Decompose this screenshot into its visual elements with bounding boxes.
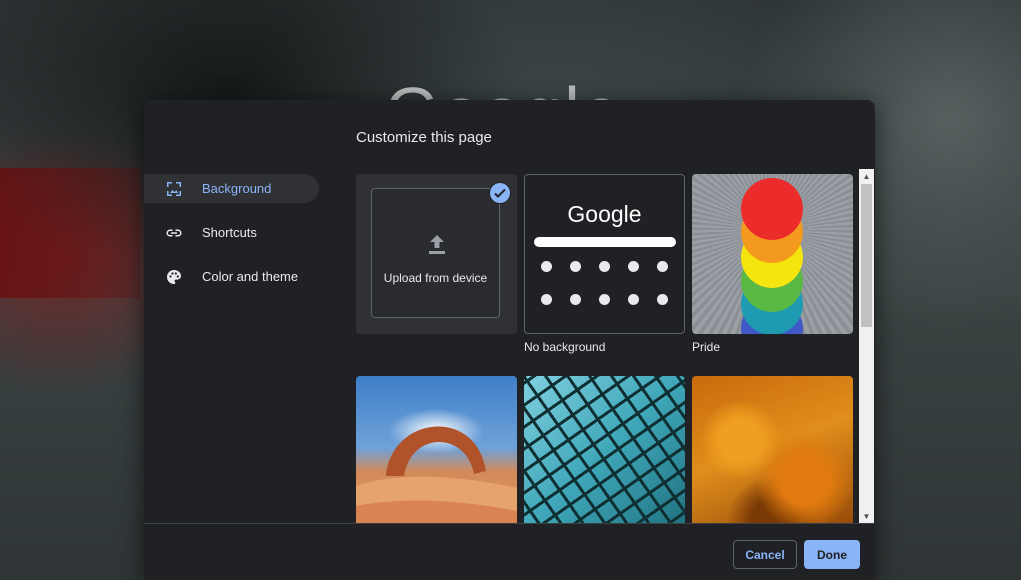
pride-circles [741,178,803,334]
sidebar-item-color-and-theme[interactable]: Color and theme [144,262,319,291]
palette-icon [165,268,183,286]
background-photo-detail [0,168,140,298]
shortcut-dot [570,261,581,272]
shortcut-dot [541,294,552,305]
shortcut-dot [657,261,668,272]
shortcut-dot [541,261,552,272]
glass-building-photo-tile[interactable] [524,376,685,524]
customize-dialog: Customize this page Background Shortcuts [144,100,875,580]
shortcut-dot [628,294,639,305]
shortcut-dot [599,261,610,272]
image-icon [165,180,183,198]
scrollbar-thumb[interactable] [861,184,872,327]
no-background-google-logo: Google [567,201,642,227]
sidebar-item-label: Background [202,181,272,196]
upload-label: Upload from device [383,271,488,285]
upload-icon [426,233,448,262]
sidebar-item-shortcuts[interactable]: Shortcuts [144,218,319,247]
upload-tile[interactable]: Upload from device [356,174,517,334]
shortcut-dot [628,261,639,272]
dialog-title: Customize this page [356,129,492,146]
scroll-down-arrow-icon[interactable]: ▼ [859,509,874,524]
pride-label: Pride [692,340,721,354]
scrollbar[interactable]: ▲ ▼ [859,169,874,524]
done-button[interactable]: Done [804,540,860,569]
autumn-leaves-photo-tile[interactable] [692,376,853,524]
background-tile-grid: Upload from device Google No background [356,174,853,524]
no-background-label: No background [524,340,606,354]
shortcut-dot [599,294,610,305]
search-bar-preview [534,237,676,247]
no-background-tile[interactable]: Google [524,174,685,334]
sidebar-item-label: Color and theme [202,269,299,284]
upload-box: Upload from device [371,188,500,318]
link-icon [165,224,183,242]
footer-divider [144,523,875,524]
sidebar-item-background[interactable]: Background [144,174,319,203]
sidebar-nav: Background Shortcuts Color and theme [144,174,324,306]
cancel-button[interactable]: Cancel [733,540,797,569]
arch-rock [356,426,517,524]
arch-photo-tile[interactable] [356,376,517,524]
pride-tile[interactable] [692,174,853,334]
sidebar-item-label: Shortcuts [202,225,257,240]
selected-check-icon [489,182,511,204]
shortcut-dot [570,294,581,305]
shortcut-dot [657,294,668,305]
scroll-up-arrow-icon[interactable]: ▲ [859,169,874,184]
